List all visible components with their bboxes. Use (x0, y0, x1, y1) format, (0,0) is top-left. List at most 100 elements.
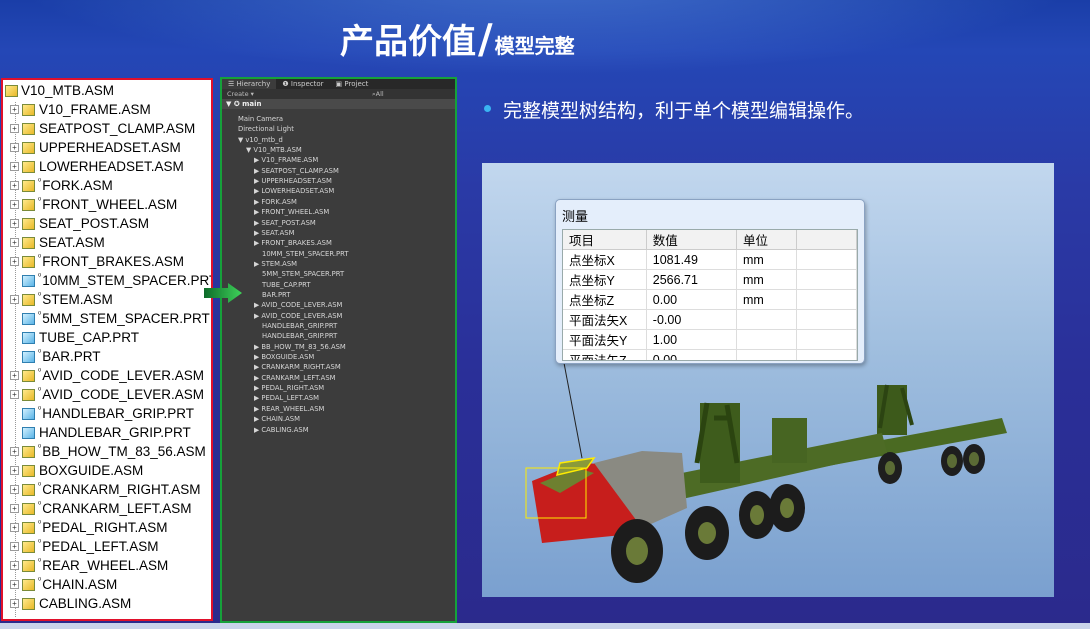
measure-row[interactable]: 平面法矢Y 1.00 (563, 329, 857, 350)
tree-item[interactable]: + ⁰ PEDAL_RIGHT.ASM (10, 518, 168, 537)
expand-icon[interactable]: + (10, 219, 19, 228)
hierarchy-item[interactable]: ▶ SEAT.ASM (254, 229, 294, 237)
expand-icon[interactable]: + (10, 162, 19, 171)
model-tree-panel: V10_MTB.ASM + V10_FRAME.ASM + SEATPOST_CLAM… (1, 78, 213, 621)
measure-row[interactable]: 点坐标Z 0.00 mm (563, 289, 857, 310)
tree-item[interactable]: + ⁰ CRANKARM_RIGHT.ASM (10, 480, 201, 499)
model-viewport[interactable]: 测量 项目 数值 单位 点坐标X 1081.49 mm 点坐标Y 2566.71 mm 点坐… (482, 163, 1054, 597)
hierarchy-item[interactable]: ▶ V10_FRAME.ASM (254, 156, 318, 164)
tree-item[interactable]: ⁰ 10MM_STEM_SPACER.PRT (10, 271, 211, 290)
hierarchy-item[interactable]: Directional Light (238, 125, 294, 133)
hierarchy-item[interactable]: ▶ CRANKARM_LEFT.ASM (254, 374, 336, 382)
expand-icon[interactable]: + (10, 542, 19, 551)
expand-icon[interactable]: + (10, 295, 19, 304)
hierarchy-item[interactable]: ▶ SEAT_POST.ASM (254, 219, 316, 227)
hierarchy-item[interactable]: ▼ V10_MTB.ASM (246, 146, 302, 154)
hierarchy-item[interactable]: TUBE_CAP.PRT (262, 281, 311, 289)
expand-icon[interactable]: + (10, 105, 19, 114)
hierarchy-item[interactable]: ▶ PEDAL_LEFT.ASM (254, 394, 319, 402)
expand-icon[interactable]: + (10, 371, 19, 380)
tree-item[interactable]: ⁰ BAR.PRT (10, 347, 100, 366)
expand-icon[interactable]: + (10, 181, 19, 190)
create-dropdown[interactable]: Create ▾ (227, 90, 254, 98)
hierarchy-item[interactable]: ▶ SEATPOST_CLAMP.ASM (254, 167, 339, 175)
hierarchy-item[interactable]: HANDLEBAR_GRIP.PRT (262, 332, 337, 340)
hierarchy-item[interactable]: ▶ CRANKARM_RIGHT.ASM (254, 363, 341, 371)
expand-icon[interactable]: + (10, 580, 19, 589)
tree-item[interactable]: + BOXGUIDE.ASM (10, 461, 143, 480)
measure-row[interactable]: 平面法矢Z 0.00 (563, 349, 857, 360)
expand-icon[interactable]: + (10, 200, 19, 209)
hierarchy-item[interactable]: ▶ STEM.ASM (254, 260, 297, 268)
hierarchy-item[interactable]: ▶ FRONT_BRAKES.ASM (254, 239, 332, 247)
expand-icon[interactable]: + (10, 523, 19, 532)
tree-item[interactable]: + ⁰ FORK.ASM (10, 176, 113, 195)
tree-item[interactable]: + ⁰ FRONT_WHEEL.ASM (10, 195, 177, 214)
tree-item[interactable]: + UPPERHEADSET.ASM (10, 138, 181, 157)
tree-item[interactable]: + ⁰ FRONT_BRAKES.ASM (10, 252, 184, 271)
part-icon (22, 274, 35, 287)
tree-item[interactable]: TUBE_CAP.PRT (10, 328, 139, 347)
expand-icon[interactable]: + (10, 390, 19, 399)
hierarchy-item[interactable]: BAR.PRT (262, 291, 290, 299)
tree-item[interactable]: + V10_FRAME.ASM (10, 100, 151, 119)
tree-item[interactable]: + ⁰ REAR_WHEEL.ASM (10, 556, 168, 575)
hierarchy-item[interactable]: ▶ CHAIN.ASM (254, 415, 300, 423)
tab-hierarchy[interactable]: ☰ Hierarchy (222, 79, 277, 89)
tab-project[interactable]: ▣ Project (330, 79, 375, 89)
hierarchy-item[interactable]: 10MM_STEM_SPACER.PRT (262, 250, 348, 258)
hierarchy-item[interactable]: ▶ PEDAL_RIGHT.ASM (254, 384, 324, 392)
expand-icon[interactable]: + (10, 504, 19, 513)
search-filter[interactable]: ⌕All (372, 89, 384, 99)
measure-row[interactable]: 点坐标Y 2566.71 mm (563, 269, 857, 290)
tree-item[interactable]: + SEATPOST_CLAMP.ASM (10, 119, 195, 138)
expand-icon[interactable]: + (10, 466, 19, 475)
expand-icon[interactable]: + (10, 238, 19, 247)
tree-item[interactable]: + ⁰ AVID_CODE_LEVER.ASM (10, 385, 204, 404)
tree-item[interactable]: ⁰ HANDLEBAR_GRIP.PRT (10, 404, 194, 423)
tree-item[interactable]: + SEAT.ASM (10, 233, 105, 252)
hierarchy-item[interactable]: ▶ CABLING.ASM (254, 426, 309, 434)
tree-item[interactable]: + ⁰ AVID_CODE_LEVER.ASM (10, 366, 204, 385)
lock-badge-icon: ⁰ (38, 253, 42, 262)
tree-item[interactable]: + ⁰ CHAIN.ASM (10, 575, 117, 594)
hierarchy-item[interactable]: ▶ FRONT_WHEEL.ASM (254, 208, 329, 216)
hierarchy-item[interactable]: ▶ AVID_CODE_LEVER.ASM (254, 312, 342, 320)
expand-icon[interactable]: + (10, 599, 19, 608)
expand-icon[interactable]: + (10, 447, 19, 456)
hierarchy-toolbar: Create ▾ ⌕All (222, 89, 455, 99)
hierarchy-item[interactable]: Main Camera (238, 115, 283, 123)
expand-icon[interactable]: + (10, 124, 19, 133)
tree-item[interactable]: + ⁰ STEM.ASM (10, 290, 113, 309)
tree-root[interactable]: V10_MTB.ASM (5, 81, 114, 100)
hierarchy-item[interactable]: ▼ v10_mtb_d (238, 136, 283, 144)
tree-item[interactable]: + ⁰ BB_HOW_TM_83_56.ASM (10, 442, 206, 461)
hierarchy-item[interactable]: ▶ BB_HOW_TM_83_56.ASM (254, 343, 346, 351)
tree-item-label: CABLING.ASM (39, 596, 132, 611)
expand-icon[interactable]: + (10, 561, 19, 570)
hierarchy-item[interactable]: ▶ UPPERHEADSET.ASM (254, 177, 332, 185)
tree-item-label: CHAIN.ASM (42, 577, 118, 592)
hierarchy-item[interactable]: ▶ FORK.ASM (254, 198, 297, 206)
hierarchy-item[interactable]: ▶ BOXGUIDE.ASM (254, 353, 314, 361)
hierarchy-item[interactable]: HANDLEBAR_GRIP.PRT (262, 322, 337, 330)
scene-row[interactable]: ▼ ✪ main (222, 99, 455, 109)
tree-item[interactable]: + ⁰ CRANKARM_LEFT.ASM (10, 499, 192, 518)
expand-icon[interactable]: + (10, 485, 19, 494)
expand-icon[interactable]: + (10, 143, 19, 152)
measure-row[interactable]: 平面法矢X -0.00 (563, 309, 857, 330)
measure-dialog[interactable]: 测量 项目 数值 单位 点坐标X 1081.49 mm 点坐标Y 2566.71 mm 点坐… (555, 199, 865, 364)
hierarchy-item[interactable]: ▶ REAR_WHEEL.ASM (254, 405, 324, 413)
tree-item[interactable]: + LOWERHEADSET.ASM (10, 157, 184, 176)
tree-item[interactable]: + CABLING.ASM (10, 594, 131, 613)
tree-item[interactable]: HANDLEBAR_GRIP.PRT (10, 423, 191, 442)
tree-item[interactable]: + SEAT_POST.ASM (10, 214, 149, 233)
hierarchy-item[interactable]: 5MM_STEM_SPACER.PRT (262, 270, 344, 278)
expand-icon[interactable]: + (10, 257, 19, 266)
tree-item[interactable]: ⁰ 5MM_STEM_SPACER.PRT (10, 309, 210, 328)
tab-inspector[interactable]: ❶ Inspector (276, 79, 329, 89)
hierarchy-item[interactable]: ▶ LOWERHEADSET.ASM (254, 187, 334, 195)
tree-item[interactable]: + ⁰ PEDAL_LEFT.ASM (10, 537, 159, 556)
measure-row[interactable]: 点坐标X 1081.49 mm (563, 249, 857, 270)
hierarchy-item[interactable]: ▶ AVID_CODE_LEVER.ASM (254, 301, 342, 309)
